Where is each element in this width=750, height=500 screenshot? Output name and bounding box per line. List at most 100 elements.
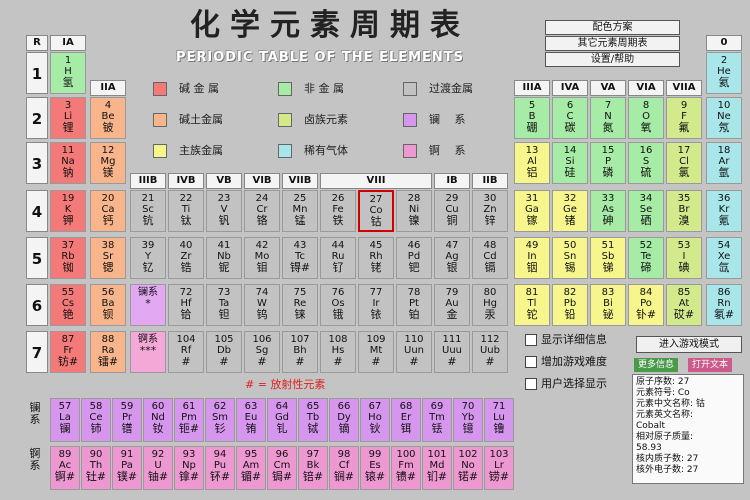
lanthanide-cell[interactable]: 63 Eu 铕 xyxy=(236,398,266,442)
element-cell[interactable]: 73 Ta 钽 xyxy=(206,284,242,326)
element-cell[interactable]: 75 Re 铼 xyxy=(282,284,318,326)
settings-help-menu[interactable]: 设置/帮助 xyxy=(545,52,680,67)
actinide-cell[interactable]: 100 Fm 镄# xyxy=(391,446,421,490)
element-cell[interactable]: 84 Po 钋# xyxy=(628,284,664,326)
element-cell[interactable]: 80 Hg 汞 xyxy=(472,284,508,326)
element-cell[interactable]: 10 Ne 氖 xyxy=(706,97,742,139)
element-cell[interactable]: 23 V 钒 xyxy=(206,190,242,232)
element-cell[interactable]: 44 Ru 钌 xyxy=(320,237,356,279)
element-cell[interactable]: 81 Tl 铊 xyxy=(514,284,550,326)
element-cell[interactable]: 24 Cr 铬 xyxy=(244,190,280,232)
element-cell[interactable]: 21 Sc 钪 xyxy=(130,190,166,232)
element-cell[interactable]: 104 Rf # xyxy=(168,331,204,373)
element-cell[interactable]: 6C碳 xyxy=(552,97,588,139)
more-info-button[interactable]: 更多信息 xyxy=(634,358,678,372)
element-cell[interactable]: 37 Rb 铷 xyxy=(50,237,86,279)
element-cell[interactable]: 74 W 钨 xyxy=(244,284,280,326)
actinide-cell[interactable]: 96 Cm 锔# xyxy=(267,446,297,490)
actinide-cell[interactable]: 91 Pa 镤# xyxy=(112,446,142,490)
element-cell[interactable]: 47 Ag 银 xyxy=(434,237,470,279)
element-cell[interactable]: 18 Ar 氩 xyxy=(706,142,742,184)
actinide-cell[interactable]: 94 Pu 钚# xyxy=(205,446,235,490)
element-cell[interactable]: 87 Fr 钫# xyxy=(50,331,86,373)
element-cell[interactable]: 42 Mo 钼 xyxy=(244,237,280,279)
actinide-cell[interactable]: 103 Lr 铹# xyxy=(484,446,514,490)
element-cell[interactable]: 镧系 * xyxy=(130,284,166,326)
element-cell[interactable]: 54 Xe 氙 xyxy=(706,237,742,279)
element-cell[interactable]: 86 Rn 氡# xyxy=(706,284,742,326)
harder-game-checkbox[interactable] xyxy=(525,356,537,368)
element-cell[interactable]: 41 Nb 铌 xyxy=(206,237,242,279)
element-cell[interactable]: 72 Hf 铪 xyxy=(168,284,204,326)
actinide-cell[interactable]: 102 No 锘# xyxy=(453,446,483,490)
element-cell[interactable]: 19 K 钾 xyxy=(50,190,86,232)
element-cell[interactable]: 5B硼 xyxy=(514,97,550,139)
element-cell[interactable]: 14 Si 硅 xyxy=(552,142,588,184)
element-cell[interactable]: 39 Y 钇 xyxy=(130,237,166,279)
show-details-checkbox[interactable] xyxy=(525,334,537,346)
element-cell[interactable]: 31 Ga 镓 xyxy=(514,190,550,232)
lanthanide-cell[interactable]: 66 Dy 镝 xyxy=(329,398,359,442)
element-cell[interactable]: 9F氟 xyxy=(666,97,702,139)
element-cell[interactable]: 112 Uub # xyxy=(472,331,508,373)
element-cell[interactable]: 34 Se 硒 xyxy=(628,190,664,232)
element-cell[interactable]: 76 Os 锇 xyxy=(320,284,356,326)
element-cell[interactable]: 85 At 砹# xyxy=(666,284,702,326)
element-cell[interactable]: 2 He 氦 xyxy=(706,52,742,94)
actinide-cell[interactable]: 93 Np 镎# xyxy=(174,446,204,490)
element-cell[interactable]: 锕系 *** xyxy=(130,331,166,373)
element-cell[interactable]: 108 Hs # xyxy=(320,331,356,373)
element-cell[interactable]: 16 S 硫 xyxy=(628,142,664,184)
lanthanide-cell[interactable]: 71 Lu 镥 xyxy=(484,398,514,442)
element-cell[interactable]: 107 Bh # xyxy=(282,331,318,373)
element-cell[interactable]: 25 Mn 锰 xyxy=(282,190,318,232)
element-cell[interactable]: 46 Pd 钯 xyxy=(396,237,432,279)
element-cell[interactable]: 22 Ti 钛 xyxy=(168,190,204,232)
element-cell[interactable]: 79 Au 金 xyxy=(434,284,470,326)
actinide-cell[interactable]: 95 Am 镅# xyxy=(236,446,266,490)
element-cell[interactable]: 1H氢 xyxy=(50,52,86,94)
lanthanide-cell[interactable]: 69 Tm 铥 xyxy=(422,398,452,442)
actinide-cell[interactable]: 90 Th 钍# xyxy=(81,446,111,490)
element-cell[interactable]: 78 Pt 铂 xyxy=(396,284,432,326)
other-tables-menu[interactable]: 其它元素周期表 xyxy=(545,36,680,51)
element-cell[interactable]: 45 Rh 铑 xyxy=(358,237,394,279)
element-cell[interactable]: 52 Te 碲 xyxy=(628,237,664,279)
lanthanide-cell[interactable]: 59 Pr 镨 xyxy=(112,398,142,442)
actinide-cell[interactable]: 97 Bk 锫# xyxy=(298,446,328,490)
element-cell[interactable]: 4 Be 铍 xyxy=(90,97,126,139)
element-cell[interactable]: 43 Tc 锝# xyxy=(282,237,318,279)
actinide-cell[interactable]: 89 Ac 锕# xyxy=(50,446,80,490)
element-cell[interactable]: 29 Cu 铜 xyxy=(434,190,470,232)
lanthanide-cell[interactable]: 62 Sm 钐 xyxy=(205,398,235,442)
element-cell[interactable]: 38 Sr 锶 xyxy=(90,237,126,279)
element-cell[interactable]: 49 In 铟 xyxy=(514,237,550,279)
element-cell[interactable]: 106 Sg # xyxy=(244,331,280,373)
element-cell[interactable]: 26 Fe 铁 xyxy=(320,190,356,232)
element-cell[interactable]: 32 Ge 锗 xyxy=(552,190,588,232)
element-cell[interactable]: 20 Ca 钙 xyxy=(90,190,126,232)
element-cell[interactable]: 3 Li 锂 xyxy=(50,97,86,139)
element-cell[interactable]: 83 Bi 铋 xyxy=(590,284,626,326)
element-cell[interactable]: 56 Ba 钡 xyxy=(90,284,126,326)
lanthanide-cell[interactable]: 68 Er 铒 xyxy=(391,398,421,442)
element-cell[interactable]: 48 Cd 镉 xyxy=(472,237,508,279)
element-cell[interactable]: 50 Sn 锡 xyxy=(552,237,588,279)
element-cell[interactable]: 105 Db # xyxy=(206,331,242,373)
element-cell[interactable]: 109 Mt # xyxy=(358,331,394,373)
element-cell[interactable]: 35 Br 溴 xyxy=(666,190,702,232)
element-cell[interactable]: 33 As 砷 xyxy=(590,190,626,232)
element-cell[interactable]: 40 Zr 锆 xyxy=(168,237,204,279)
lanthanide-cell[interactable]: 60 Nd 钕 xyxy=(143,398,173,442)
element-cell[interactable]: 11 Na 钠 xyxy=(50,142,86,184)
actinide-cell[interactable]: 99 Es 锿# xyxy=(360,446,390,490)
element-cell[interactable]: 55 Cs 铯 xyxy=(50,284,86,326)
lanthanide-cell[interactable]: 61 Pm 钷# xyxy=(174,398,204,442)
element-cell[interactable]: 17 Cl 氯 xyxy=(666,142,702,184)
actinide-cell[interactable]: 92 U 铀# xyxy=(143,446,173,490)
lanthanide-cell[interactable]: 57 La 镧 xyxy=(50,398,80,442)
element-cell[interactable]: 27 Co 钴 xyxy=(358,190,394,232)
element-cell[interactable]: 77 Ir 铱 xyxy=(358,284,394,326)
element-cell[interactable]: 88 Ra 镭# xyxy=(90,331,126,373)
element-cell[interactable]: 28 Ni 镍 xyxy=(396,190,432,232)
